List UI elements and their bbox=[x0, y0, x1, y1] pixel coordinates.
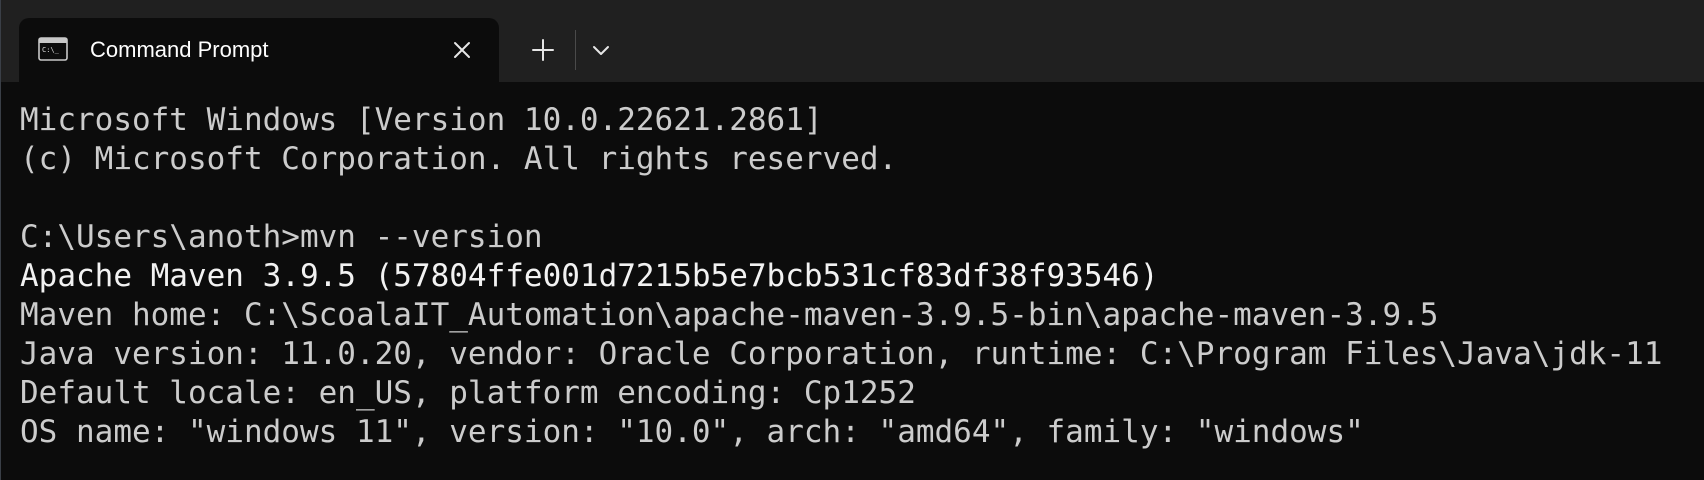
terminal-output[interactable]: Microsoft Windows [Version 10.0.22621.28… bbox=[1, 82, 1704, 480]
close-tab-button[interactable] bbox=[446, 34, 478, 66]
terminal-line: C:\Users\anoth>mvn --version bbox=[20, 219, 543, 255]
svg-text:C:\_: C:\_ bbox=[42, 46, 60, 54]
command-prompt-icon: C:\_ bbox=[38, 37, 68, 61]
plus-icon bbox=[532, 39, 554, 61]
title-bar[interactable]: C:\_ Command Prompt bbox=[1, 0, 1704, 82]
terminal-line: Java version: 11.0.20, vendor: Oracle Co… bbox=[20, 336, 1663, 372]
tab-title: Command Prompt bbox=[90, 37, 269, 62]
terminal-line: Default locale: en_US, platform encoding… bbox=[20, 375, 916, 411]
new-tab-button[interactable] bbox=[523, 32, 563, 68]
terminal-line: OS name: "windows 11", version: "10.0", … bbox=[20, 414, 1364, 450]
tab-separator bbox=[575, 30, 576, 70]
tab-command-prompt[interactable]: C:\_ Command Prompt bbox=[19, 18, 499, 82]
terminal-line: (c) Microsoft Corporation. All rights re… bbox=[20, 141, 898, 177]
terminal-line: Microsoft Windows [Version 10.0.22621.28… bbox=[20, 102, 823, 138]
terminal-lines: Microsoft Windows [Version 10.0.22621.28… bbox=[20, 101, 1662, 452]
tab-dropdown-button[interactable] bbox=[583, 32, 619, 68]
terminal-window: C:\_ Command Prompt Microsoft Windows [V… bbox=[0, 0, 1704, 480]
chevron-down-icon bbox=[593, 46, 609, 55]
terminal-line: Maven home: C:\ScoalaIT_Automation\apach… bbox=[20, 297, 1439, 333]
terminal-line: Apache Maven 3.9.5 (57804ffe001d7215b5e7… bbox=[20, 258, 1159, 294]
close-icon bbox=[454, 42, 470, 58]
